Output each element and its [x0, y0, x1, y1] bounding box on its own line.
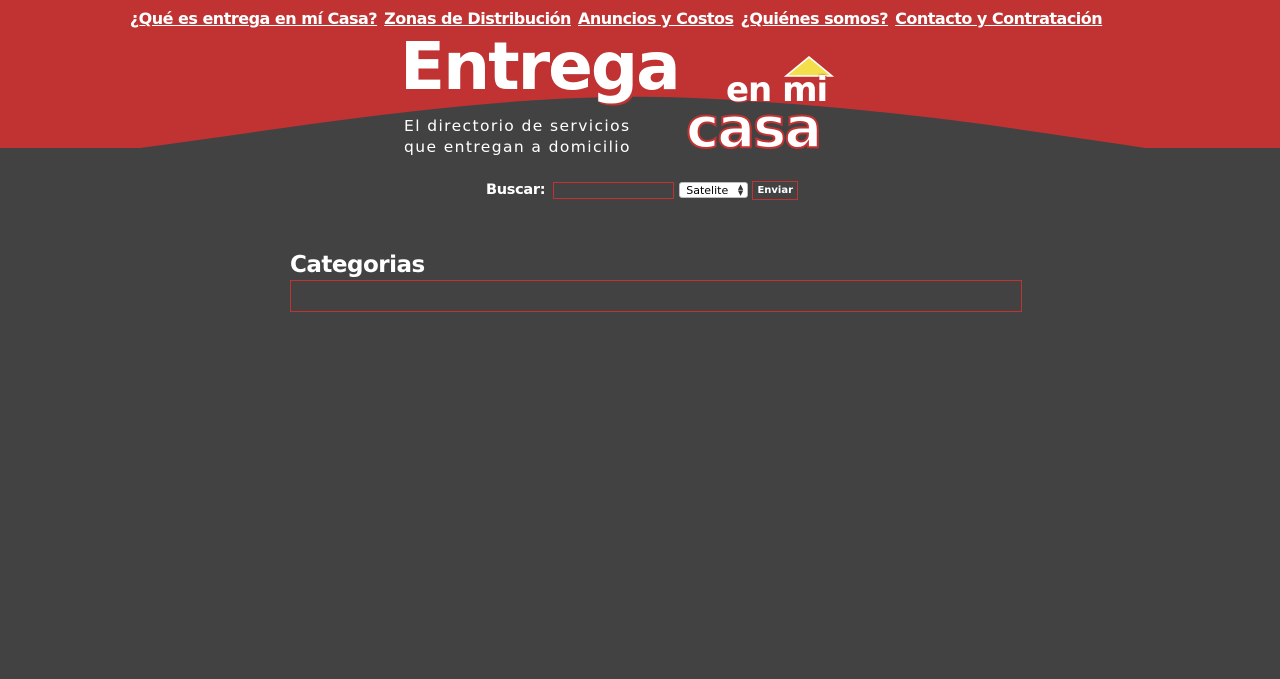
- logo-word-entrega: Entrega: [400, 28, 681, 105]
- tagline-line-2: que entregan a domicilio: [404, 138, 631, 156]
- logo-word-casa: casa: [685, 95, 823, 162]
- search-input[interactable]: [553, 181, 675, 199]
- nav-link-zonas[interactable]: Zonas de Distribución: [384, 9, 571, 28]
- nav-link-anuncios[interactable]: Anuncios y Costos: [578, 9, 734, 28]
- zone-select[interactable]: Satelite ▲ ▼: [679, 182, 749, 198]
- header: ¿Qué es entrega en mí Casa? Zonas de Dis…: [0, 0, 1280, 162]
- logo-tagline: El directorio de servicios que entregan …: [404, 116, 631, 158]
- search-form: Buscar: Satelite ▲ ▼ Enviar: [486, 179, 799, 201]
- categories-heading: Categorias: [290, 252, 425, 278]
- zone-select-value: Satelite: [686, 183, 729, 197]
- search-label: Buscar:: [486, 182, 546, 198]
- nav-link-que-es[interactable]: ¿Qué es entrega en mí Casa?: [130, 9, 378, 28]
- submit-button[interactable]: Enviar: [752, 180, 799, 200]
- categories-list: [290, 280, 1022, 312]
- updown-arrows-icon: ▲ ▼: [737, 183, 744, 197]
- nav-link-quienes[interactable]: ¿Quiénes somos?: [741, 9, 889, 28]
- nav-link-contacto[interactable]: Contacto y Contratación: [895, 9, 1103, 28]
- top-navigation: ¿Qué es entrega en mí Casa? Zonas de Dis…: [0, 9, 1232, 28]
- site-logo[interactable]: Entrega en mi casa El directorio de serv…: [398, 28, 868, 162]
- tagline-line-1: El directorio de servicios: [404, 117, 631, 135]
